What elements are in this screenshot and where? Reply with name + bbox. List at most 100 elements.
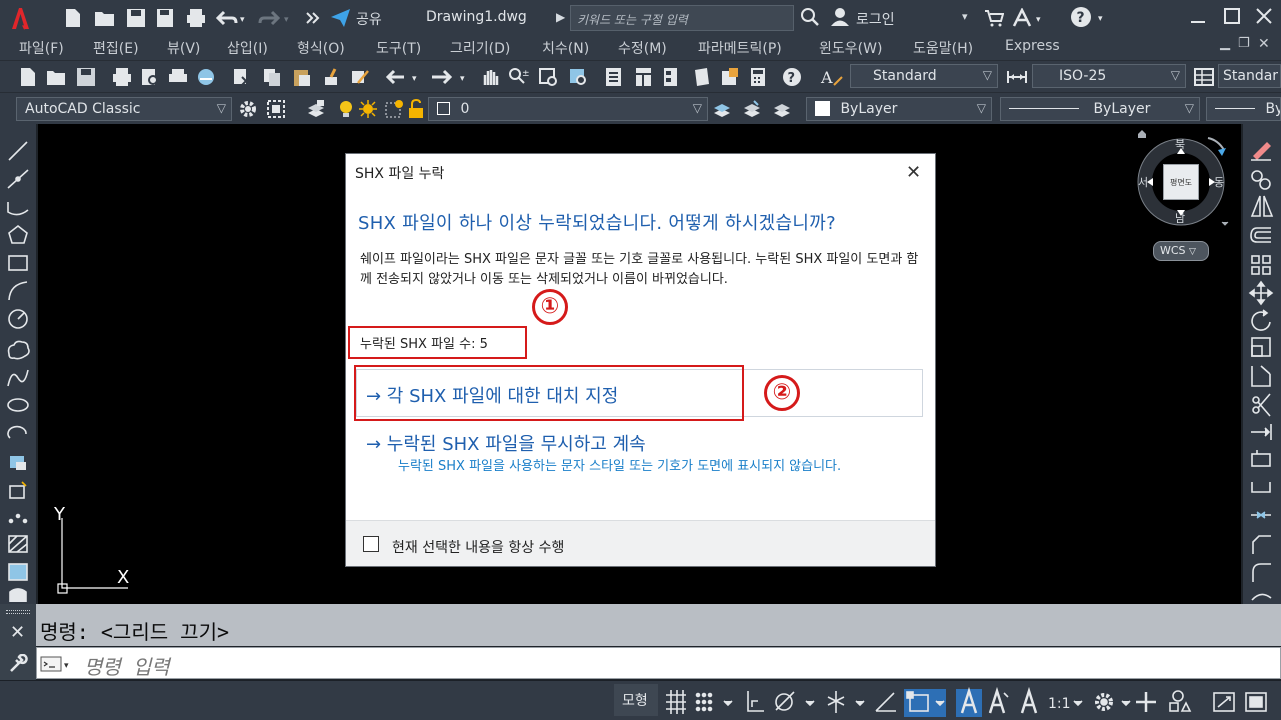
- new-file-icon[interactable]: [64, 8, 82, 28]
- auto-scale-icon[interactable]: [988, 686, 1009, 714]
- maximize-icon[interactable]: [1224, 8, 1240, 24]
- lineweight-select[interactable]: By: [1206, 97, 1281, 121]
- dim-style-select[interactable]: ISO-25 ▽: [1032, 64, 1186, 88]
- copy-object-icon[interactable]: [1251, 170, 1271, 190]
- ignore-and-continue-option[interactable]: → 누락된 SHX 파일을 무시하고 계속: [366, 430, 646, 456]
- break-icon[interactable]: [1251, 482, 1271, 493]
- make-current-layer-icon[interactable]: [712, 99, 732, 119]
- cut-icon[interactable]: [232, 67, 252, 87]
- toolbar-undo-icon[interactable]: ▾: [386, 67, 417, 87]
- chevron-right-icon[interactable]: ▶: [556, 10, 565, 24]
- spline-icon[interactable]: [7, 369, 29, 387]
- snap-chevron-down-icon[interactable]: [723, 700, 733, 707]
- menu-file[interactable]: 파일(F): [19, 38, 64, 58]
- open-icon[interactable]: [46, 67, 66, 87]
- move-icon[interactable]: [1248, 280, 1274, 306]
- gradient-icon[interactable]: [8, 563, 28, 581]
- search-icon[interactable]: [800, 7, 820, 27]
- open-folder-icon[interactable]: [94, 8, 116, 28]
- autodesk-app-icon[interactable]: ▾: [1012, 8, 1046, 28]
- menu-dimension[interactable]: 치수(N): [542, 38, 589, 58]
- join-icon[interactable]: [1251, 511, 1271, 519]
- trim-icon[interactable]: [1252, 393, 1271, 417]
- properties-icon[interactable]: [604, 67, 624, 87]
- model-space-button[interactable]: 모형: [614, 684, 658, 716]
- dialog-close-icon[interactable]: ✕: [906, 162, 921, 183]
- always-perform-label[interactable]: 현재 선택한 내용을 항상 수행: [392, 537, 564, 557]
- drag-grip-icon[interactable]: [6, 610, 30, 614]
- menu-tools[interactable]: 도구(T): [376, 38, 421, 58]
- menu-view[interactable]: 뷰(V): [167, 38, 200, 58]
- match-properties-icon[interactable]: [322, 67, 342, 87]
- copy-icon[interactable]: [262, 67, 282, 87]
- user-icon[interactable]: [830, 7, 850, 27]
- blend-curves-icon[interactable]: [1251, 593, 1272, 601]
- share-icon[interactable]: [330, 8, 352, 28]
- help-icon[interactable]: ? ▾: [1070, 6, 1106, 28]
- toolbar-help-icon[interactable]: ?: [782, 67, 802, 87]
- erase-icon[interactable]: [1251, 142, 1271, 161]
- redo-icon[interactable]: ▾: [258, 8, 292, 28]
- hatch-icon[interactable]: [8, 535, 28, 553]
- hardware-acceleration-icon[interactable]: [1213, 692, 1235, 712]
- offset-icon[interactable]: [1250, 227, 1271, 243]
- ortho-mode-icon[interactable]: [747, 691, 764, 712]
- viewcube-west[interactable]: 서: [1138, 174, 1148, 190]
- circle-icon[interactable]: [8, 309, 28, 329]
- doc-close-icon[interactable]: ✕: [1258, 36, 1270, 52]
- make-block-icon[interactable]: [9, 481, 27, 499]
- customize-wrench-icon[interactable]: [8, 654, 28, 674]
- polar-chevron-down-icon[interactable]: [805, 700, 815, 707]
- paste-icon[interactable]: [292, 67, 312, 87]
- cart-icon[interactable]: [984, 8, 1004, 28]
- viewcube-east[interactable]: 동: [1214, 174, 1224, 190]
- design-center-icon[interactable]: [634, 67, 654, 87]
- rotate-icon[interactable]: [1251, 309, 1271, 331]
- polar-tracking-icon[interactable]: [775, 691, 795, 711]
- specify-replacement-label[interactable]: → 각 SHX 파일에 대한 대치 지정: [366, 382, 618, 408]
- minimize-icon[interactable]: [1190, 8, 1206, 24]
- polyline-icon[interactable]: [7, 202, 29, 216]
- break-at-point-icon[interactable]: [1251, 450, 1271, 467]
- layer-previous-icon[interactable]: [742, 99, 762, 119]
- workspace-chevron-down-icon[interactable]: [1121, 700, 1131, 707]
- mirror-icon[interactable]: [1250, 195, 1274, 217]
- autocad-logo-icon[interactable]: ▾: [8, 5, 32, 31]
- share-label[interactable]: 공유: [356, 9, 382, 29]
- point-icon[interactable]: [8, 513, 28, 524]
- doc-restore-icon[interactable]: ❐: [1238, 36, 1250, 51]
- text-style-select[interactable]: Standard ▽: [850, 64, 998, 88]
- customize-icon[interactable]: [266, 99, 286, 119]
- plot-preview-icon[interactable]: [140, 67, 160, 87]
- save-as-icon[interactable]: [156, 8, 176, 28]
- qnew-icon[interactable]: [18, 67, 38, 87]
- undo-icon[interactable]: ▾: [216, 8, 246, 28]
- layer-properties-icon[interactable]: [306, 99, 326, 119]
- zoom-window-icon[interactable]: [538, 67, 558, 87]
- plot-icon[interactable]: [112, 67, 132, 87]
- layer-states-icon[interactable]: [772, 99, 792, 119]
- array-icon[interactable]: [1251, 255, 1271, 275]
- markup-icon[interactable]: [720, 67, 740, 87]
- object-snap-tracking-icon[interactable]: [875, 692, 896, 712]
- workspace-select[interactable]: AutoCAD Classic ▽: [16, 97, 232, 121]
- ellipse-icon[interactable]: [7, 398, 29, 412]
- isodraft-icon[interactable]: [827, 691, 845, 713]
- iso-chevron-down-icon[interactable]: [855, 700, 865, 707]
- save-toolbar-icon[interactable]: [76, 67, 96, 87]
- stretch-icon[interactable]: [1251, 365, 1271, 387]
- fillet-icon[interactable]: [1252, 563, 1271, 582]
- close-command-line-icon[interactable]: ✕: [10, 622, 25, 643]
- scale-icon[interactable]: [1251, 337, 1271, 357]
- table-style-icon[interactable]: [1194, 67, 1214, 87]
- always-perform-checkbox[interactable]: [363, 536, 379, 552]
- command-prompt-icon[interactable]: ▾: [40, 655, 74, 673]
- annotation-scale-value[interactable]: 1:1: [1048, 696, 1071, 712]
- pan-hand-icon[interactable]: [480, 67, 500, 87]
- zoom-previous-icon[interactable]: [568, 67, 588, 87]
- menu-format[interactable]: 형식(O): [297, 38, 345, 58]
- region-icon[interactable]: [9, 588, 27, 602]
- plus-icon[interactable]: [1136, 692, 1156, 712]
- viewcube-north[interactable]: 북: [1175, 136, 1185, 152]
- linetype-select[interactable]: ByLayer ▽: [1000, 97, 1200, 121]
